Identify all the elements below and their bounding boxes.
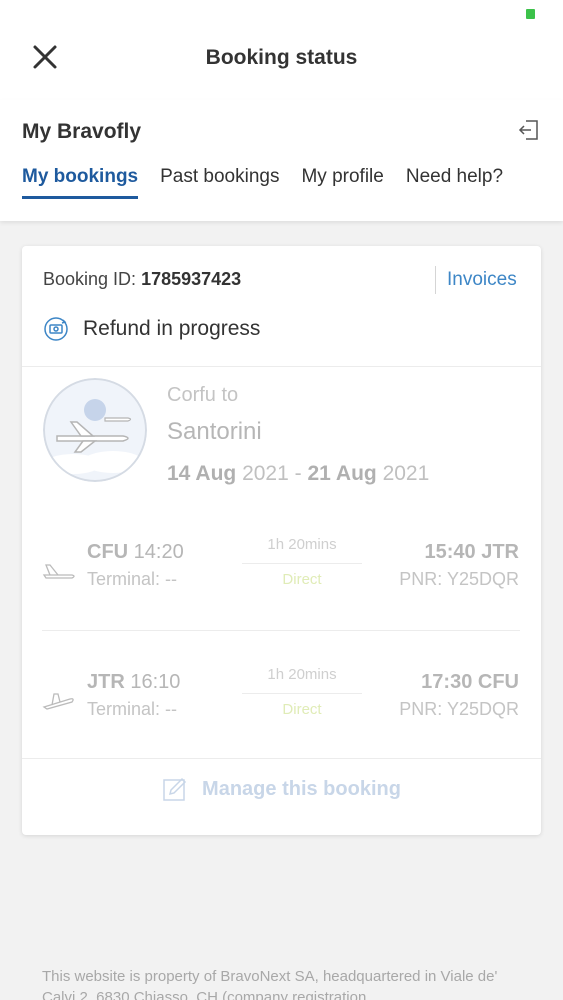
trip-dates: 14 Aug 2021 - 21 Aug 2021	[167, 462, 429, 486]
booking-id-label: Booking ID:	[43, 269, 137, 289]
leg-terminal: Terminal: --	[87, 569, 178, 589]
top-bar: Booking status	[0, 28, 563, 100]
tab-my-bookings[interactable]: My bookings	[22, 166, 139, 199]
leg-arrival: 15:40 JTR	[424, 541, 519, 564]
leg-arrival: 17:30 CFU	[421, 671, 519, 694]
account-tabs: My bookings Past bookings My profile Nee…	[22, 166, 503, 199]
leg-duration: 1h 20mins	[267, 666, 337, 683]
divider	[22, 366, 541, 367]
tab-need-help[interactable]: Need help?	[406, 166, 503, 199]
leg-stop-type: Direct	[282, 701, 322, 718]
booking-id: Booking ID: 1785937423	[43, 269, 241, 290]
leg-pnr: PNR: Y25DQR	[399, 699, 519, 719]
invoices-link[interactable]: Invoices	[447, 269, 517, 291]
footer-legal: This website is property of BravoNext SA…	[42, 968, 498, 1000]
refund-icon	[44, 317, 68, 341]
start-year: 2021	[242, 462, 289, 485]
tab-past-bookings[interactable]: Past bookings	[160, 166, 279, 199]
leg-duration: 1h 20mins	[267, 536, 337, 553]
tab-my-profile[interactable]: My profile	[301, 166, 383, 199]
manage-booking-label: Manage this booking	[202, 777, 401, 800]
destination-image	[43, 378, 147, 482]
departure-time: 16:10	[130, 671, 181, 693]
logout-icon[interactable]	[517, 118, 541, 142]
account-header: My Bravofly My bookings Past bookings My…	[0, 100, 563, 221]
page-title: Booking status	[205, 46, 358, 69]
edit-icon	[163, 777, 187, 801]
end-year: 2021	[382, 462, 430, 485]
status-text: Refund in progress	[83, 317, 261, 340]
departure-time: 14:20	[133, 541, 184, 563]
invoices-divider	[435, 266, 436, 294]
flight-leg-return: JTR 16:10 Terminal: -- 1h 20mins Direct …	[22, 666, 541, 761]
arrival-time: 17:30	[421, 671, 473, 693]
departure-code: CFU	[87, 541, 129, 563]
route-destination: Santorini	[167, 418, 262, 445]
account-title: My Bravofly	[22, 120, 142, 143]
route-origin: Corfu to	[167, 384, 239, 406]
leg-terminal: Terminal: --	[87, 699, 178, 719]
end-day: 21 Aug	[307, 462, 377, 485]
leg-departure: CFU 14:20	[87, 541, 184, 564]
leg-line	[242, 693, 362, 694]
leg-pnr: PNR: Y25DQR	[399, 569, 519, 589]
status-bar	[0, 0, 563, 28]
booking-card: Booking ID: 1785937423 Invoices Refund i…	[22, 246, 541, 835]
arrival-time: 15:40	[424, 541, 476, 563]
leg-line	[242, 563, 362, 564]
arrival-code: JTR	[481, 541, 519, 563]
booking-status: Refund in progress	[43, 316, 260, 342]
arrival-code: CFU	[477, 671, 519, 693]
manage-booking-button[interactable]: Manage this booking	[22, 776, 541, 802]
date-separator: -	[294, 462, 302, 485]
divider	[22, 758, 541, 759]
takeoff-plane-icon	[42, 564, 75, 579]
leg-departure: JTR 16:10	[87, 671, 180, 694]
booking-id-value: 1785937423	[141, 269, 242, 289]
leg-stop-type: Direct	[282, 571, 322, 588]
battery-icon	[526, 9, 535, 19]
leg-divider	[42, 630, 520, 631]
departure-code: JTR	[87, 671, 125, 693]
takeoff-plane-icon	[42, 693, 74, 710]
start-day: 14 Aug	[167, 462, 237, 485]
flight-leg-outbound: CFU 14:20 Terminal: -- 1h 20mins Direct …	[22, 536, 541, 631]
